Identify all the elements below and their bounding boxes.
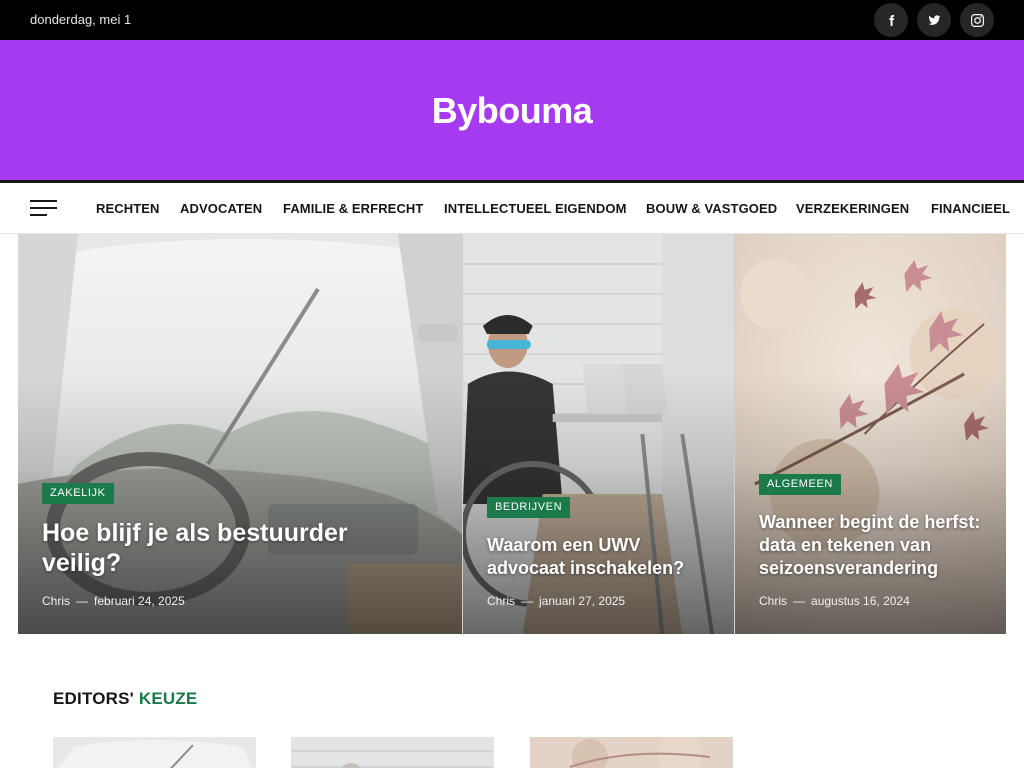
post-author[interactable]: Chris <box>759 594 787 608</box>
section-heading-prefix: EDITORS' <box>53 689 134 708</box>
thumbnail-image <box>291 737 494 768</box>
section-heading-accent: KEUZE <box>138 689 198 708</box>
category-badge[interactable]: BEDRIJVEN <box>487 497 571 518</box>
hamburger-menu-icon[interactable] <box>30 200 57 216</box>
top-bar: donderdag, mei 1 <box>0 0 1024 40</box>
nav-item-rechten[interactable]: RECHTEN <box>96 201 160 216</box>
instagram-icon[interactable] <box>960 3 994 37</box>
editors-thumbnail[interactable] <box>530 737 733 768</box>
nav-item-intellectueel-eigendom[interactable]: INTELLECTUEEL EIGENDOM <box>444 201 627 216</box>
post-date: februari 24, 2025 <box>94 594 185 608</box>
featured-card[interactable]: BEDRIJVEN Waarom een UWV advocaat inscha… <box>462 234 734 634</box>
post-meta: Chris — februari 24, 2025 <box>42 594 185 608</box>
category-badge[interactable]: ALGEMEEN <box>759 474 841 495</box>
nav-item-financieel[interactable]: FINANCIEEL <box>931 201 1010 216</box>
site-logo[interactable]: Bybouma <box>432 90 593 132</box>
category-badge[interactable]: ZAKELIJK <box>42 483 114 504</box>
featured-card[interactable]: ALGEMEEN Wanneer begint de herfst: data … <box>734 234 1006 634</box>
post-title[interactable]: Hoe blijf je als bestuurder veilig? <box>42 518 422 578</box>
post-date: augustus 16, 2024 <box>811 594 910 608</box>
post-author[interactable]: Chris <box>42 594 70 608</box>
nav-item-verzekeringen[interactable]: VERZEKERINGEN <box>796 201 909 216</box>
post-meta: Chris — januari 27, 2025 <box>487 594 625 608</box>
thumbnail-image <box>53 737 256 768</box>
twitter-icon[interactable] <box>917 3 951 37</box>
nav-item-advocaten[interactable]: ADVOCATEN <box>180 201 262 216</box>
thumbnail-image <box>530 737 733 768</box>
main-navigation: RECHTEN ADVOCATEN FAMILIE & ERFRECHT INT… <box>0 183 1024 234</box>
featured-grid: ZAKELIJK Hoe blijf je als bestuurder vei… <box>18 234 1006 634</box>
site-header: Bybouma <box>0 40 1024 180</box>
editors-thumbnail[interactable] <box>53 737 256 768</box>
meta-separator: — <box>76 594 89 608</box>
featured-card[interactable]: ZAKELIJK Hoe blijf je als bestuurder vei… <box>18 234 462 634</box>
post-author[interactable]: Chris <box>487 594 515 608</box>
current-date: donderdag, mei 1 <box>30 12 132 27</box>
meta-separator: — <box>521 594 534 608</box>
facebook-icon[interactable] <box>874 3 908 37</box>
nav-item-bouw-vastgoed[interactable]: BOUW & VASTGOED <box>646 201 777 216</box>
post-title[interactable]: Wanneer begint de herfst: data en tekene… <box>759 511 999 580</box>
editors-thumbnail[interactable] <box>291 737 494 768</box>
post-date: januari 27, 2025 <box>539 594 626 608</box>
meta-separator: — <box>793 594 806 608</box>
section-heading: EDITORS' KEUZE <box>53 689 197 709</box>
post-meta: Chris — augustus 16, 2024 <box>759 594 910 608</box>
post-title[interactable]: Waarom een UWV advocaat inschakelen? <box>487 534 717 580</box>
nav-item-familie-erfrecht[interactable]: FAMILIE & ERFRECHT <box>283 201 423 216</box>
